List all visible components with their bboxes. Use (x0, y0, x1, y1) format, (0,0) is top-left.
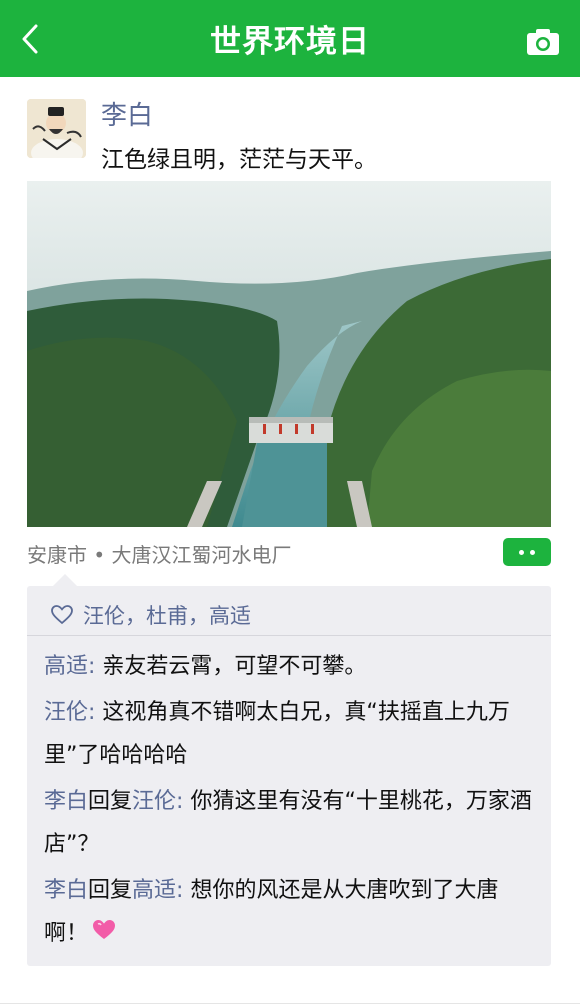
comment-item[interactable]: 李白回复高适: 想你的风还是从大唐吹到了大唐啊！ (44, 869, 539, 956)
panel-caret (53, 574, 77, 586)
comment-author[interactable]: 高适 (44, 654, 88, 679)
comment-separator: : (176, 789, 191, 814)
comment-separator: : (176, 878, 191, 903)
comment-list: 高适: 亲友若云霄，可望不可攀。 汪伦: 这视角真不错啊太白兄，真“扶摇直上九万… (44, 645, 539, 959)
comment-author[interactable]: 李白 (44, 878, 88, 903)
comment-separator: : (88, 700, 103, 725)
camera-button[interactable] (526, 28, 560, 56)
author-name[interactable]: 李白 (101, 95, 153, 132)
reply-to-name[interactable]: 高适 (132, 878, 176, 903)
comment-item[interactable]: 李白回复汪伦: 你猜这里有没有“十里桃花，万家酒店”？ (44, 780, 539, 866)
dot (519, 549, 524, 555)
comment-item[interactable]: 汪伦: 这视角真不错啊太白兄，真“扶摇直上九万里”了哈哈哈哈 (44, 691, 539, 777)
reply-word: 回复 (88, 878, 133, 903)
interaction-panel: 汪伦，杜甫，高适 高适: 亲友若云霄，可望不可攀。 汪伦: 这视角真不错啊太白兄… (27, 574, 551, 966)
heart-outline-icon (51, 605, 73, 625)
reply-to-name[interactable]: 汪伦 (132, 789, 176, 814)
top-bar: 世界环境日 (0, 0, 580, 77)
pink-heart-emoji (92, 913, 116, 956)
post-photo[interactable] (27, 181, 551, 527)
comment-text: 亲友若云霄，可望不可攀。 (102, 654, 367, 679)
chevron-left-icon (22, 24, 38, 54)
comment-separator: : (88, 654, 103, 679)
back-button[interactable] (14, 22, 46, 56)
comment-text: 这视角真不错啊太白兄，真“扶摇直上九万里”了哈哈哈哈 (44, 700, 510, 768)
more-actions-button[interactable] (503, 538, 551, 566)
avatar[interactable] (27, 99, 86, 158)
reply-word: 回复 (88, 789, 133, 814)
moment-post: 李白 江色绿且明，茫茫与天平。 安康市 • 大唐汉江蜀河水电厂 汪伦，杜甫，高适… (0, 77, 580, 1004)
comment-item[interactable]: 高适: 亲友若云霄，可望不可攀。 (44, 645, 539, 688)
divider (27, 635, 551, 636)
location-label[interactable]: 安康市 • 大唐汉江蜀河水电厂 (27, 539, 292, 568)
page-title: 世界环境日 (210, 24, 370, 60)
dot (530, 549, 535, 555)
comment-author[interactable]: 李白 (44, 789, 88, 814)
likes-row: 汪伦，杜甫，高适 (51, 600, 251, 630)
comment-author[interactable]: 汪伦 (44, 700, 88, 725)
post-text: 江色绿且明，茫茫与天平。 (101, 147, 377, 173)
camera-icon (527, 29, 559, 55)
likes-names[interactable]: 汪伦，杜甫，高适 (83, 600, 251, 630)
